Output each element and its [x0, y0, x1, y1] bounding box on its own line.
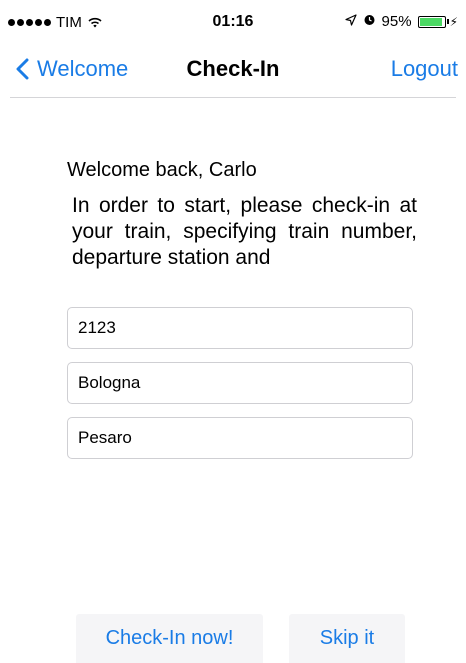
battery-percent: 95% — [381, 13, 412, 30]
nav-divider — [10, 97, 456, 98]
welcome-message: Welcome back, Carlo — [67, 159, 257, 181]
status-right: 95% ⚡ — [344, 13, 458, 30]
battery-icon: ⚡ — [417, 14, 458, 29]
status-bar: TIM 01:16 95% ⚡ — [0, 0, 466, 40]
back-button-label: Welcome — [37, 56, 129, 81]
charging-bolt-icon: ⚡ — [449, 14, 458, 29]
alarm-icon — [363, 13, 376, 30]
logout-button[interactable]: Logout — [391, 56, 458, 82]
departure-station-field[interactable] — [67, 362, 413, 404]
chevron-left-icon — [16, 58, 29, 80]
train-number-field[interactable] — [67, 307, 413, 349]
back-button[interactable]: Welcome — [16, 56, 128, 82]
arrival-station-field[interactable] — [67, 417, 413, 459]
check-in-now-button[interactable]: Check-In now! — [76, 614, 263, 663]
skip-button[interactable]: Skip it — [289, 614, 405, 663]
instructions-text: In order to start, please check-in at yo… — [72, 194, 417, 269]
location-arrow-icon — [344, 13, 357, 30]
navigation-bar: Welcome Check-In Logout — [0, 40, 466, 98]
